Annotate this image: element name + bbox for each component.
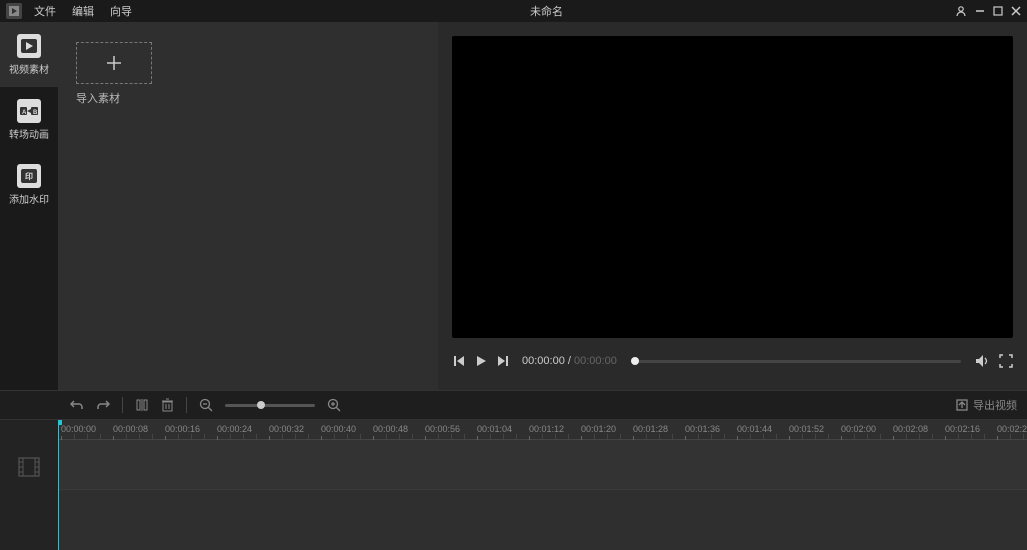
close-button[interactable] <box>1011 6 1021 16</box>
user-icon[interactable] <box>955 5 967 17</box>
undo-button[interactable] <box>70 398 84 412</box>
ruler-tick: 00:00:40 <box>321 424 356 434</box>
ruler-tick: 00:02:08 <box>893 424 928 434</box>
zoom-in-button[interactable] <box>327 398 341 412</box>
minimize-button[interactable] <box>975 6 985 16</box>
window-controls <box>955 5 1021 17</box>
svg-text:A: A <box>22 110 27 116</box>
ruler-tick: 00:02:16 <box>945 424 980 434</box>
window-title: 未命名 <box>138 3 955 19</box>
menu-edit[interactable]: 编辑 <box>66 1 100 21</box>
ruler-tick: 00:01:28 <box>633 424 668 434</box>
sidebar-item-label: 视频素材 <box>9 61 49 76</box>
titlebar: 文件 编辑 向导 未命名 <box>0 0 1027 22</box>
time-sep: / <box>565 355 574 367</box>
ruler-tick: 00:02:00 <box>841 424 876 434</box>
video-track[interactable] <box>58 440 1027 490</box>
preview-panel: 00:00:00 / 00:00:00 <box>438 22 1027 390</box>
fullscreen-button[interactable] <box>999 354 1013 368</box>
sidebar-item-label: 添加水印 <box>9 191 49 206</box>
timeline: 00:00:00 00:00:08 00:00:16 00:00:24 00:00:32… <box>0 420 1027 550</box>
sidebar-item-label: 转场动画 <box>9 126 49 141</box>
volume-button[interactable] <box>975 354 991 368</box>
next-frame-button[interactable] <box>496 354 510 368</box>
video-track-header[interactable] <box>0 442 58 492</box>
app-icon <box>6 3 22 19</box>
sidebar-item-media[interactable]: 视频素材 <box>0 22 58 87</box>
sidebar-item-watermark[interactable]: 印 添加水印 <box>0 152 58 217</box>
zoom-handle[interactable] <box>257 401 265 409</box>
transition-icon: AB <box>17 99 41 123</box>
play-button[interactable] <box>474 354 488 368</box>
ruler-tick: 00:01:20 <box>581 424 616 434</box>
plus-icon <box>105 54 123 72</box>
watermark-icon: 印 <box>17 164 41 188</box>
media-panel: 导入素材 <box>58 22 438 390</box>
maximize-button[interactable] <box>993 6 1003 16</box>
zoom-slider[interactable] <box>225 404 315 407</box>
zoom-out-button[interactable] <box>199 398 213 412</box>
svg-text:印: 印 <box>25 171 33 181</box>
main-menu: 文件 编辑 向导 <box>28 1 138 21</box>
export-label: 导出视频 <box>973 397 1017 413</box>
ruler-tick: 00:01:12 <box>529 424 564 434</box>
ruler-tick: 00:00:32 <box>269 424 304 434</box>
separator <box>186 397 187 413</box>
ruler-tick: 00:00:16 <box>165 424 200 434</box>
split-button[interactable] <box>135 398 149 412</box>
sidebar: 视频素材 AB 转场动画 印 添加水印 <box>0 22 58 390</box>
import-label: 导入素材 <box>76 90 420 106</box>
delete-button[interactable] <box>161 398 174 412</box>
ruler-tick: 00:00:00 <box>61 424 96 434</box>
ruler-tick: 00:01:36 <box>685 424 720 434</box>
export-button[interactable]: 导出视频 <box>955 397 1017 413</box>
export-icon <box>955 398 969 412</box>
separator <box>122 397 123 413</box>
svg-text:B: B <box>33 110 38 116</box>
menu-guide[interactable]: 向导 <box>104 1 138 21</box>
media-icon <box>17 34 41 58</box>
ruler-tick: 00:00:56 <box>425 424 460 434</box>
progress-slider[interactable] <box>631 360 961 363</box>
film-icon <box>18 457 40 477</box>
redo-button[interactable] <box>96 398 110 412</box>
preview-viewport[interactable] <box>452 36 1013 338</box>
upper-panels: 视频素材 AB 转场动画 印 添加水印 导入素材 00:00:00 / 00:0… <box>0 22 1027 390</box>
ruler-tick: 00:01:04 <box>477 424 512 434</box>
current-time: 00:00:00 <box>522 355 565 367</box>
preview-controls: 00:00:00 / 00:00:00 <box>452 346 1013 376</box>
sidebar-item-transition[interactable]: AB 转场动画 <box>0 87 58 152</box>
ruler-tick: 00:01:44 <box>737 424 772 434</box>
ruler-tick: 00:00:08 <box>113 424 148 434</box>
timeline-track-headers <box>0 420 58 550</box>
ruler-tick: 00:01:52 <box>789 424 824 434</box>
playhead[interactable] <box>58 420 59 550</box>
ruler-tick: 00:02:24 <box>997 424 1027 434</box>
import-media-button[interactable] <box>76 42 152 84</box>
ruler-tick: 00:00:24 <box>217 424 252 434</box>
duration-time: 00:00:00 <box>574 355 617 367</box>
time-display: 00:00:00 / 00:00:00 <box>522 355 617 367</box>
timeline-ruler[interactable]: 00:00:00 00:00:08 00:00:16 00:00:24 00:00:32… <box>58 420 1027 440</box>
ruler-tick: 00:00:48 <box>373 424 408 434</box>
prev-frame-button[interactable] <box>452 354 466 368</box>
progress-handle[interactable] <box>631 357 639 365</box>
timeline-tracks[interactable]: 00:00:00 00:00:08 00:00:16 00:00:24 00:00:32… <box>58 420 1027 550</box>
menu-file[interactable]: 文件 <box>28 1 62 21</box>
timeline-toolbar: 导出视频 <box>0 390 1027 420</box>
